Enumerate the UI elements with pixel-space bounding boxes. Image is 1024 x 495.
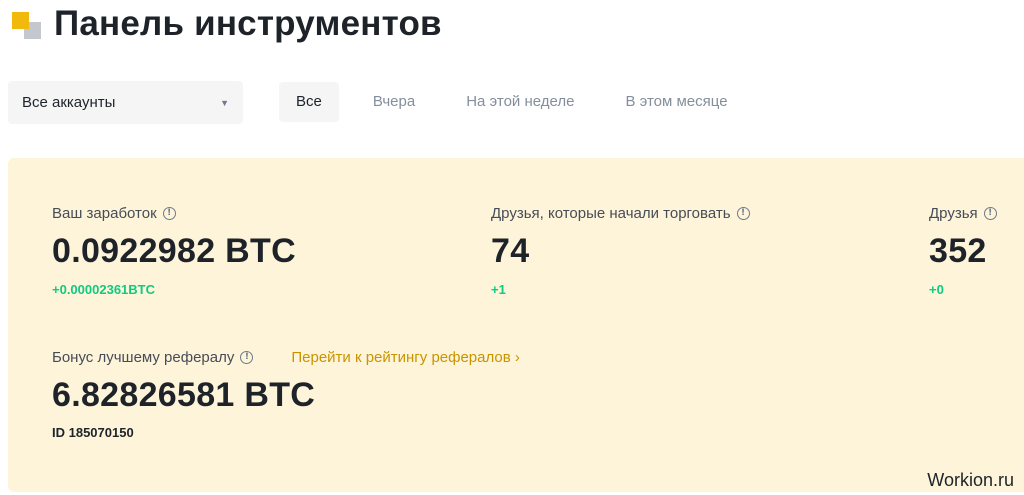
account-select[interactable]: Все аккаунты ▼ <box>8 81 243 124</box>
page-title: Панель инструментов <box>54 4 442 43</box>
stat-bonus-id: ID 185070150 <box>52 425 134 440</box>
stat-friends-label: Друзья <box>929 205 978 222</box>
stat-bonus-label: Бонус лучшему рефералу <box>52 349 235 366</box>
stat-trading-friends-label: Друзья, которые начали торговать <box>491 205 731 222</box>
account-select-value: Все аккаунты <box>22 94 116 111</box>
stat-trading-friends-value: 74 <box>491 232 530 270</box>
stat-trading-friends-change: +1 <box>491 282 506 297</box>
stat-friends-value: 352 <box>929 232 987 270</box>
stat-earnings-change: +0.00002361BTC <box>52 282 155 297</box>
stat-friends: Друзья ! 352 +0 <box>929 205 997 297</box>
stat-earnings-label: Ваш заработок <box>52 205 157 222</box>
brand-logo-icon <box>12 8 44 40</box>
filter-this-week[interactable]: На этой неделе <box>449 82 591 122</box>
page-header: Панель инструментов <box>12 4 442 44</box>
filter-all[interactable]: Все <box>279 82 339 122</box>
period-filters: Все Вчера На этой неделе В этом месяце <box>279 82 762 122</box>
filter-this-month[interactable]: В этом месяце <box>608 82 744 122</box>
info-icon[interactable]: ! <box>736 207 750 220</box>
referral-rating-link[interactable]: Перейти к рейтингу рефералов › <box>291 349 520 366</box>
stat-earnings-value: 0.0922982 BTC <box>52 232 296 270</box>
info-icon[interactable]: ! <box>983 207 997 220</box>
stat-bonus: Бонус лучшему рефералу ! Перейти к рейти… <box>52 349 520 440</box>
filter-yesterday[interactable]: Вчера <box>356 82 432 122</box>
stat-friends-change: +0 <box>929 282 944 297</box>
stat-earnings: Ваш заработок ! 0.0922982 BTC +0.0000236… <box>52 205 296 297</box>
chevron-down-icon: ▼ <box>220 97 229 108</box>
stats-panel: Ваш заработок ! 0.0922982 BTC +0.0000236… <box>8 158 1024 492</box>
stat-trading-friends: Друзья, которые начали торговать ! 74 +1 <box>491 205 750 297</box>
watermark: Workion.ru <box>927 470 1014 490</box>
info-icon[interactable]: ! <box>162 207 176 220</box>
info-icon[interactable]: ! <box>240 351 254 364</box>
stat-bonus-value: 6.82826581 BTC <box>52 376 316 414</box>
